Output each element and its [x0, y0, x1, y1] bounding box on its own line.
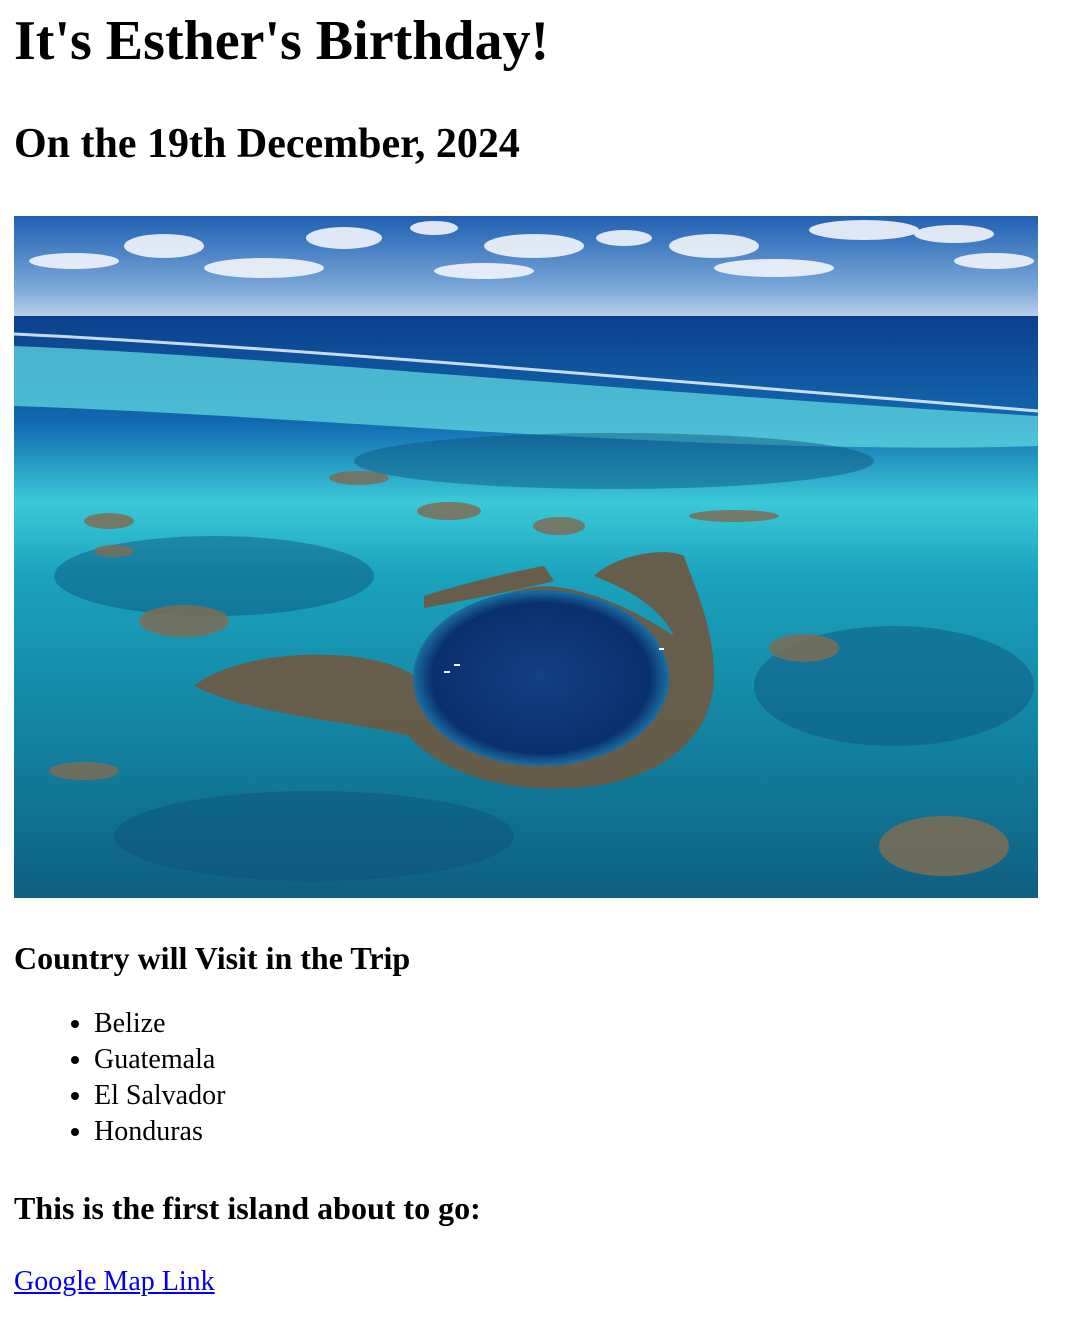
event-date-heading: On the 19th December, 2024 [14, 121, 520, 167]
reef-photo-illustration [14, 216, 1038, 898]
countries-heading: Country will Visit in the Trip [14, 940, 411, 976]
first-island-heading: This is the first island about to go: [14, 1190, 481, 1226]
country-item-honduras: Honduras [94, 1114, 1052, 1150]
countries-list: Belize Guatemala El Salvador Honduras [14, 1006, 1052, 1150]
google-map-link[interactable]: Google Map Link [14, 1264, 215, 1300]
country-item-belize: Belize [94, 1006, 1052, 1042]
country-item-guatemala: Guatemala [94, 1042, 1052, 1078]
page: It's Esther's Birthday! On the 19th Dece… [0, 0, 1066, 1300]
country-item-el-salvador: El Salvador [94, 1078, 1052, 1114]
reef-photo [14, 216, 1038, 898]
page-title: It's Esther's Birthday! [14, 10, 550, 72]
